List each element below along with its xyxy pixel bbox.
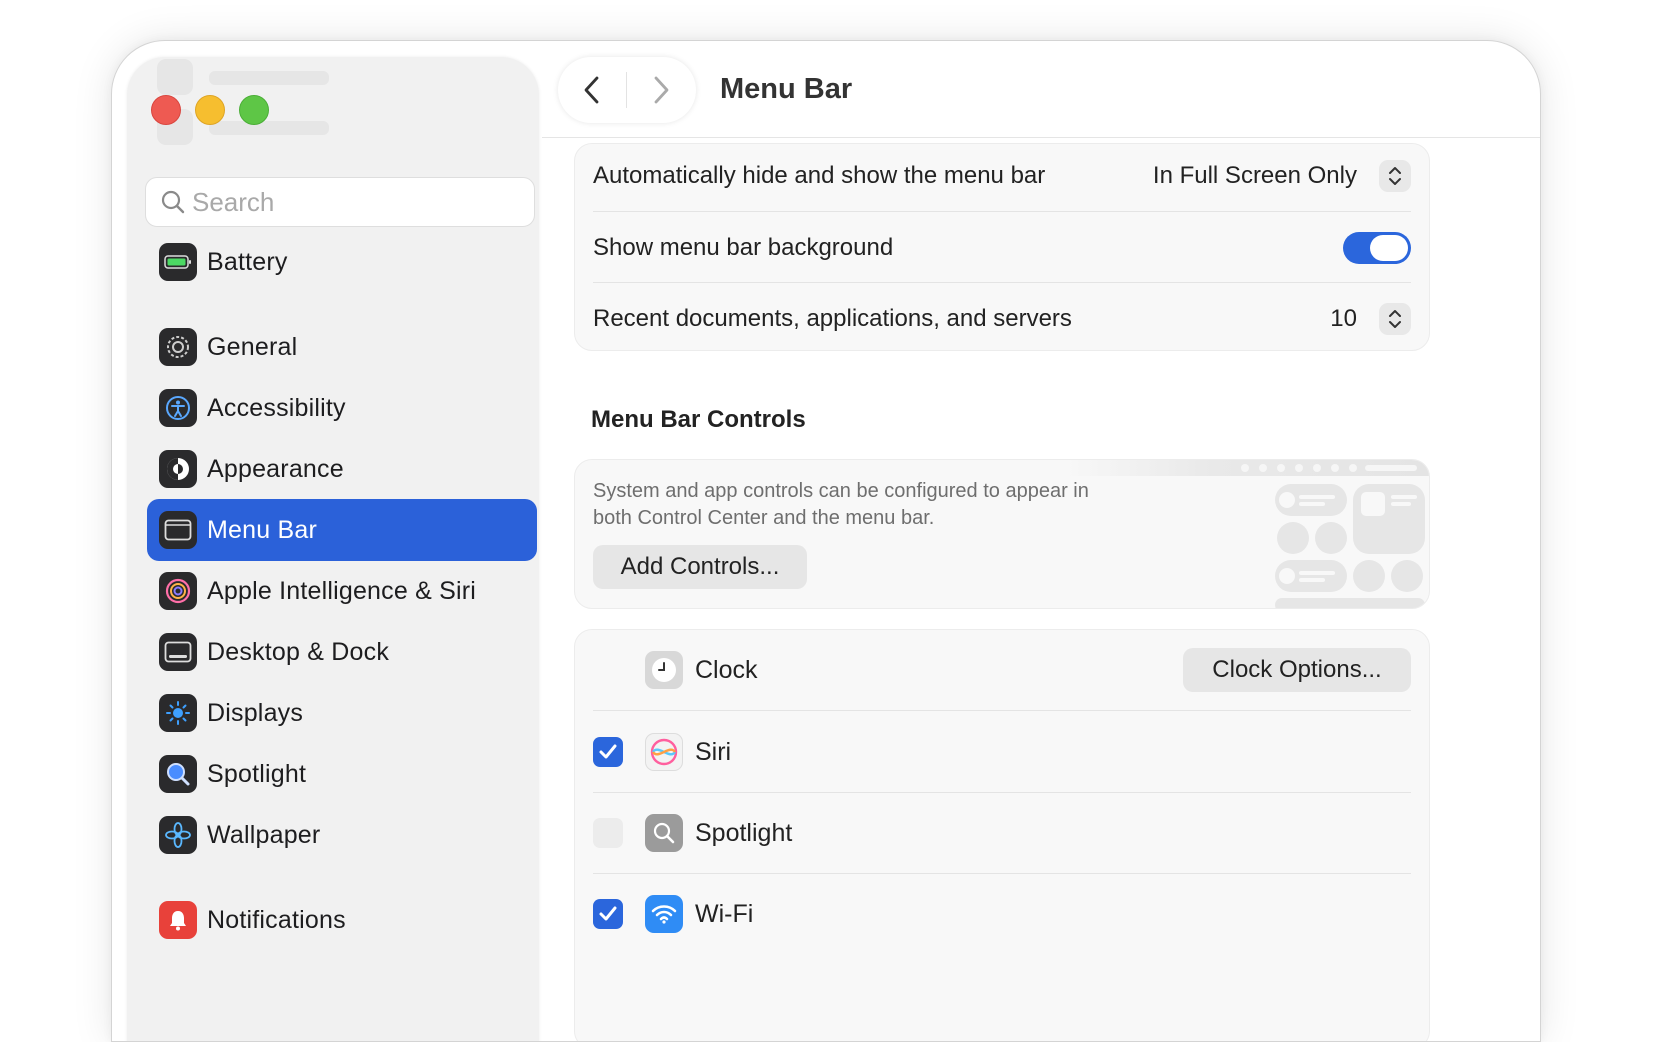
control-row-clock: Clock Clock Options... xyxy=(593,648,1411,692)
search-field[interactable] xyxy=(145,177,535,227)
chevron-right-icon xyxy=(654,76,669,104)
siri-icon xyxy=(645,733,683,771)
sidebar-item-label: Menu Bar xyxy=(207,515,317,544)
faded-sidebar-icon xyxy=(157,59,193,95)
sidebar-item-label: Wallpaper xyxy=(207,820,321,849)
sidebar-item-general[interactable]: General xyxy=(147,316,537,378)
displays-icon xyxy=(159,694,197,732)
control-row-spotlight: Spotlight xyxy=(593,811,1411,855)
auto-hide-value[interactable]: In Full Screen Only xyxy=(1153,162,1357,190)
faded-sidebar-label xyxy=(209,71,329,85)
spotlight-checkbox[interactable] xyxy=(593,818,623,848)
sidebar-item-displays[interactable]: Displays xyxy=(147,682,537,744)
zoom-window-button[interactable] xyxy=(239,95,269,125)
sidebar-item-desktop-dock[interactable]: Desktop & Dock xyxy=(147,621,537,683)
gear-icon xyxy=(159,328,197,366)
search-input[interactable] xyxy=(190,185,514,219)
sidebar-item-apple-intelligence-siri[interactable]: Apple Intelligence & Siri xyxy=(147,560,537,622)
sidebar-item-battery[interactable]: Battery xyxy=(147,231,537,293)
siri-icon xyxy=(159,572,197,610)
row-divider xyxy=(593,792,1411,793)
appearance-icon xyxy=(159,450,197,488)
clock-icon xyxy=(645,651,683,689)
up-down-chevron-icon xyxy=(1389,310,1401,328)
search-icon xyxy=(161,190,185,214)
chevron-left-icon xyxy=(584,76,599,104)
row-divider xyxy=(593,873,1411,874)
background-label: Show menu bar background xyxy=(593,234,894,261)
toolbar-divider xyxy=(542,137,1540,138)
sidebar: Battery General Accessibility Appearance xyxy=(127,57,539,1041)
sidebar-item-label: Apple Intelligence & Siri xyxy=(207,576,477,605)
desktop-dock-icon xyxy=(159,633,197,671)
control-label: Wi-Fi xyxy=(695,899,754,928)
settings-window: Battery General Accessibility Appearance xyxy=(111,40,1541,1042)
row-divider xyxy=(593,710,1411,711)
notifications-icon xyxy=(159,901,197,939)
control-center-illustration xyxy=(1065,460,1429,608)
sidebar-item-label: Desktop & Dock xyxy=(207,637,390,666)
toggle-knob xyxy=(1370,235,1408,261)
battery-icon xyxy=(159,243,197,281)
sidebar-item-label: Displays xyxy=(207,698,304,727)
back-button[interactable] xyxy=(558,57,626,123)
sidebar-item-label: Notifications xyxy=(207,905,346,934)
accessibility-icon xyxy=(159,389,197,427)
wifi-icon xyxy=(645,895,683,933)
checkmark-icon xyxy=(599,906,617,921)
sidebar-item-wallpaper[interactable]: Wallpaper xyxy=(147,804,537,866)
faded-sidebar-label xyxy=(209,121,329,135)
sidebar-item-label: Appearance xyxy=(207,454,344,483)
control-label: Siri xyxy=(695,737,732,766)
control-row-siri: Siri xyxy=(593,730,1411,774)
recent-items-row: Recent documents, applications, and serv… xyxy=(593,299,1411,339)
control-label: Spotlight xyxy=(695,818,793,847)
sidebar-item-label: Spotlight xyxy=(207,759,307,788)
menu-bar-background-toggle[interactable] xyxy=(1343,232,1411,264)
minimize-window-button[interactable] xyxy=(195,95,225,125)
auto-hide-row: Automatically hide and show the menu bar… xyxy=(593,156,1411,196)
auto-hide-popup-button[interactable] xyxy=(1379,160,1411,192)
sidebar-item-notifications[interactable]: Notifications xyxy=(147,889,537,951)
sidebar-item-label: General xyxy=(207,332,298,361)
menu-bar-icon xyxy=(159,511,197,549)
up-down-chevron-icon xyxy=(1389,167,1401,185)
page-title: Menu Bar xyxy=(720,73,853,105)
spotlight-icon xyxy=(645,814,683,852)
recent-items-value[interactable]: 10 xyxy=(1330,305,1357,333)
section-title: Menu Bar Controls xyxy=(591,406,806,433)
recent-items-label: Recent documents, applications, and serv… xyxy=(593,305,1072,332)
menu-bar-controls-card: System and app controls can be configure… xyxy=(574,459,1430,609)
siri-checkbox[interactable] xyxy=(593,737,623,767)
sidebar-item-menu-bar[interactable]: Menu Bar xyxy=(147,499,537,561)
recent-items-popup-button[interactable] xyxy=(1379,303,1411,335)
sidebar-item-appearance[interactable]: Appearance xyxy=(147,438,537,500)
wallpaper-icon xyxy=(159,816,197,854)
close-window-button[interactable] xyxy=(151,95,181,125)
clock-options-button[interactable]: Clock Options... xyxy=(1183,648,1411,692)
sidebar-item-label: Accessibility xyxy=(207,393,346,422)
add-controls-button[interactable]: Add Controls... xyxy=(593,545,807,589)
row-divider xyxy=(593,282,1411,283)
control-label: Clock xyxy=(695,655,758,684)
navigation-buttons xyxy=(558,57,696,123)
control-row-wifi: Wi-Fi xyxy=(593,892,1411,936)
sidebar-item-spotlight[interactable]: Spotlight xyxy=(147,743,537,805)
spotlight-icon xyxy=(159,755,197,793)
controls-list-card: Clock Clock Options... Siri Spotlight Wi… xyxy=(574,629,1430,1041)
wifi-checkbox[interactable] xyxy=(593,899,623,929)
auto-hide-label: Automatically hide and show the menu bar xyxy=(593,162,1046,189)
checkmark-icon xyxy=(599,744,617,759)
sidebar-item-accessibility[interactable]: Accessibility xyxy=(147,377,537,439)
menu-bar-settings-card: Automatically hide and show the menu bar… xyxy=(574,143,1430,351)
sidebar-item-label: Battery xyxy=(207,247,288,276)
background-row: Show menu bar background xyxy=(593,228,1411,268)
row-divider xyxy=(593,211,1411,212)
controls-description: System and app controls can be configure… xyxy=(593,480,1089,529)
forward-button[interactable] xyxy=(627,57,695,123)
